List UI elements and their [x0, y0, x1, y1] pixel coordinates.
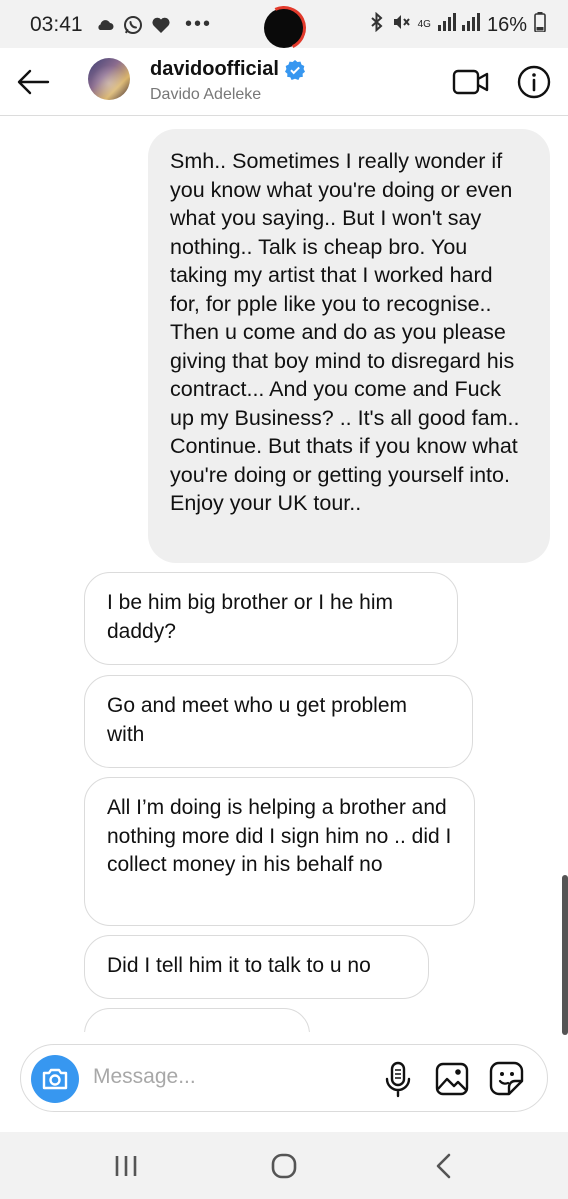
profile-name-row[interactable]: davidoofficial: [150, 58, 305, 81]
bluetooth-icon: [370, 11, 384, 38]
system-back-button[interactable]: [432, 1152, 456, 1180]
message-composer: [20, 1044, 548, 1112]
incoming-message[interactable]: All I’m doing is helping a brother and n…: [84, 777, 475, 926]
status-system-icons: 4G 16%: [370, 11, 546, 38]
scrollbar[interactable]: [562, 875, 568, 1035]
camera-button[interactable]: [31, 1055, 79, 1103]
back-arrow-icon: [17, 69, 50, 95]
incoming-message[interactable]: Go and meet who u get problem with: [84, 675, 473, 768]
video-camera-icon: [452, 69, 489, 95]
home-button[interactable]: [270, 1152, 298, 1180]
microphone-icon: [385, 1061, 411, 1098]
sticker-icon: [489, 1061, 524, 1096]
cloud-icon: [95, 15, 115, 35]
whatsapp-icon: [123, 15, 143, 35]
recent-apps-icon: [115, 1156, 137, 1176]
network-type-label: 4G: [417, 19, 431, 30]
chevron-left-icon: [436, 1153, 451, 1179]
verified-badge-icon: [284, 59, 305, 80]
more-dots-icon: •••: [185, 13, 213, 35]
chat-header: davidoofficial Davido Adeleke: [0, 48, 568, 116]
image-icon: [435, 1062, 469, 1096]
voice-message-button[interactable]: [381, 1061, 415, 1099]
incoming-message[interactable]: I be him big brother or I he him daddy?: [84, 572, 458, 665]
heart-icon: [151, 15, 171, 35]
battery-icon: [534, 12, 546, 38]
gallery-button[interactable]: [435, 1062, 469, 1096]
signal-icon: [437, 13, 480, 37]
video-call-button[interactable]: [452, 64, 490, 100]
home-icon: [271, 1153, 297, 1179]
message-thread[interactable]: Smh.. Sometimes I really wonder if you k…: [0, 117, 568, 1032]
status-time: 03:41: [30, 13, 83, 36]
back-button[interactable]: [14, 62, 54, 102]
status-bar: 03:41 ••• 4G 16%: [0, 0, 568, 57]
info-icon: [517, 65, 551, 99]
full-name: Davido Adeleke: [150, 86, 262, 103]
mute-icon: [391, 12, 411, 38]
recent-apps-button[interactable]: [112, 1154, 140, 1178]
incoming-message[interactable]: [84, 1008, 310, 1032]
camera-icon: [42, 1068, 68, 1090]
username: davidoofficial: [150, 58, 279, 80]
info-button[interactable]: [516, 64, 552, 100]
status-notification-icons: •••: [95, 13, 212, 36]
message-input[interactable]: [93, 1065, 373, 1089]
avatar[interactable]: [88, 58, 130, 100]
system-nav-bar: [0, 1132, 568, 1199]
sticker-button[interactable]: [489, 1061, 525, 1097]
incoming-message[interactable]: Did I tell him it to talk to u no: [84, 935, 429, 999]
battery-percent: 16%: [486, 13, 527, 36]
outgoing-message[interactable]: Smh.. Sometimes I really wonder if you k…: [148, 129, 550, 563]
